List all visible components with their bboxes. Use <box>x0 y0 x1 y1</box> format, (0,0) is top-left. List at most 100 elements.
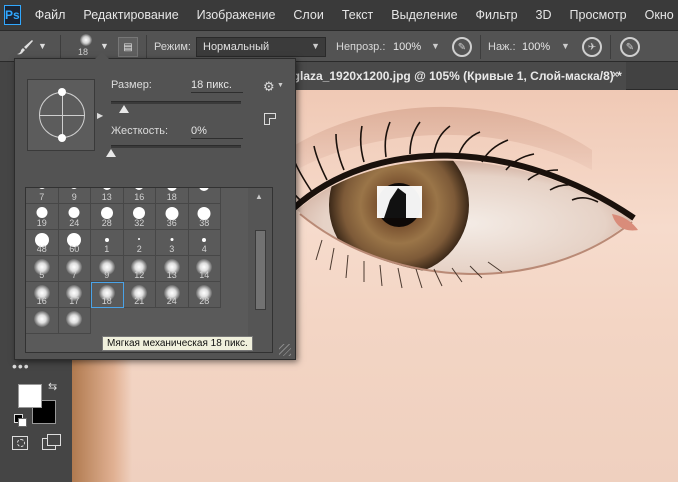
menu-layers[interactable]: Слои <box>293 8 323 22</box>
pressure-opacity-icon[interactable]: ✎ <box>452 37 472 57</box>
gear-icon[interactable]: ⚙ <box>263 79 275 95</box>
brush-preset-item[interactable]: 7 <box>26 188 59 204</box>
menu-view[interactable]: Просмотр <box>570 8 627 22</box>
brush-preset-size: 24 <box>69 218 80 228</box>
brush-preset-item[interactable]: 48 <box>26 230 59 256</box>
brush-preset-item[interactable]: 9 <box>91 256 124 282</box>
scrollbar-thumb[interactable] <box>255 230 266 310</box>
brush-preset-item[interactable]: 17 <box>58 282 91 308</box>
brush-preset-size: 13 <box>101 192 112 202</box>
roundness-handle-bottom[interactable] <box>58 134 66 142</box>
brush-preset-item[interactable]: 14 <box>188 256 221 282</box>
popup-pointer <box>95 52 109 59</box>
opacity-caret-icon[interactable]: ▼ <box>431 41 440 51</box>
brush-preset-size: 38 <box>199 218 210 228</box>
brush-preset-size: 32 <box>134 218 145 228</box>
brush-preset-caret-icon[interactable]: ▼ <box>100 41 109 51</box>
brush-preset-item[interactable]: 13 <box>156 256 189 282</box>
brush-tip-icon <box>102 188 112 190</box>
brush-preset-item[interactable] <box>58 308 91 334</box>
brush-preset-item[interactable] <box>188 188 221 204</box>
brush-preset-size: 18 <box>166 192 177 202</box>
menu-filter[interactable]: Фильтр <box>476 8 518 22</box>
brush-preset-item[interactable]: 18 <box>91 282 124 308</box>
more-tools-icon[interactable]: ••• <box>12 358 30 374</box>
brush-tip-icon <box>199 188 210 191</box>
brush-icon[interactable] <box>14 38 38 56</box>
brush-preset-item[interactable]: 28 <box>91 204 124 230</box>
hardness-label: Жесткость: <box>111 125 169 137</box>
angle-axis-v <box>62 92 63 138</box>
menu-bar: Ps Файл Редактирование Изображение Слои … <box>0 0 678 30</box>
roundness-handle-top[interactable] <box>58 88 66 96</box>
brush-preset-item[interactable]: 19 <box>26 204 59 230</box>
size-slider-thumb[interactable] <box>119 105 129 113</box>
menu-edit[interactable]: Редактирование <box>83 8 178 22</box>
mode-select[interactable]: Нормальный ▼ <box>196 37 326 57</box>
brush-angle-preview[interactable] <box>27 79 95 151</box>
brush-preset-item[interactable]: 16 <box>123 188 156 204</box>
brush-preset-item[interactable]: 2 <box>123 230 156 256</box>
brush-preset-item[interactable]: 24 <box>156 282 189 308</box>
brush-preset-item[interactable]: 18 <box>156 188 189 204</box>
brush-preset-item[interactable]: 12 <box>123 256 156 282</box>
tool-preset-caret-icon[interactable]: ▼ <box>38 41 47 51</box>
brush-preset-size: 16 <box>134 192 145 202</box>
brush-preset-item[interactable]: 38 <box>188 204 221 230</box>
brush-preset-item[interactable]: 16 <box>26 282 59 308</box>
brush-panel-toggle-icon[interactable]: ▤ <box>118 37 138 57</box>
menu-file[interactable]: Файл <box>35 8 66 22</box>
brush-preset-picker-panel: ▶ Размер: 18 пикс. ⚙ ▼ Жесткость: 0% 7 9 1… <box>14 52 296 360</box>
brush-preset-size: 7 <box>71 270 77 280</box>
menu-type[interactable]: Текст <box>342 8 373 22</box>
brush-preset-size: 9 <box>104 270 110 280</box>
brush-preset-item[interactable]: 13 <box>91 188 124 204</box>
size-slider[interactable] <box>111 101 241 104</box>
brush-preset-item[interactable]: 21 <box>123 282 156 308</box>
chevron-down-icon: ▼ <box>311 41 320 51</box>
brush-preset-item[interactable]: 60 <box>58 230 91 256</box>
brush-preset-item[interactable]: 7 <box>58 256 91 282</box>
brush-preset-size: 21 <box>134 296 145 306</box>
chevron-down-icon[interactable]: ▼ <box>277 82 284 89</box>
menu-window[interactable]: Окно <box>645 8 674 22</box>
size-input[interactable]: 18 пикс. <box>191 79 243 93</box>
quick-mask-icon[interactable] <box>12 436 28 450</box>
brush-preset-item[interactable] <box>26 308 59 334</box>
default-colors-icon[interactable] <box>14 414 27 427</box>
hardness-slider-thumb[interactable] <box>106 149 116 157</box>
brush-preset-item[interactable]: 3 <box>156 230 189 256</box>
chevron-right-icon: ▶ <box>97 111 104 120</box>
resize-grip-icon[interactable] <box>279 344 291 356</box>
flow-caret-icon[interactable]: ▼ <box>561 41 570 51</box>
brush-preset-item[interactable]: 1 <box>91 230 124 256</box>
brush-preset-item[interactable]: 9 <box>58 188 91 204</box>
pressure-size-icon[interactable]: ✎ <box>620 37 640 57</box>
document-tab[interactable]: _glaza_1920x1200.jpg @ 105% (Кривые 1, С… <box>286 62 626 90</box>
hardness-slider[interactable] <box>111 145 241 148</box>
brush-preset-item[interactable]: 28 <box>188 282 221 308</box>
brush-tip-icon <box>134 188 144 190</box>
menu-3d[interactable]: 3D <box>536 8 552 22</box>
close-icon[interactable]: × <box>612 69 618 81</box>
brush-tip-icon <box>68 207 80 218</box>
brush-preset-item[interactable]: 36 <box>156 204 189 230</box>
brush-preset-item[interactable]: 4 <box>188 230 221 256</box>
screen-mode-icon[interactable] <box>42 434 61 450</box>
flow-input[interactable]: 100% <box>522 37 550 57</box>
hardness-input[interactable]: 0% <box>191 125 243 139</box>
brush-tip-icon <box>202 238 207 242</box>
brush-preset-item[interactable]: 5 <box>26 256 59 282</box>
scroll-up-icon[interactable]: ▲ <box>255 192 263 201</box>
new-preset-icon[interactable] <box>264 113 276 125</box>
menu-image[interactable]: Изображение <box>197 8 276 22</box>
brush-preset-size: 17 <box>69 296 80 306</box>
brush-tip-icon <box>166 188 177 191</box>
brush-preset-item[interactable]: 32 <box>123 204 156 230</box>
opacity-input[interactable]: 100% <box>393 37 421 57</box>
foreground-color-swatch[interactable] <box>18 384 42 408</box>
brush-preset-item[interactable]: 24 <box>58 204 91 230</box>
swap-colors-icon[interactable]: ⇆ <box>48 380 57 393</box>
menu-select[interactable]: Выделение <box>391 8 457 22</box>
airbrush-icon[interactable]: ✈ <box>582 37 602 57</box>
